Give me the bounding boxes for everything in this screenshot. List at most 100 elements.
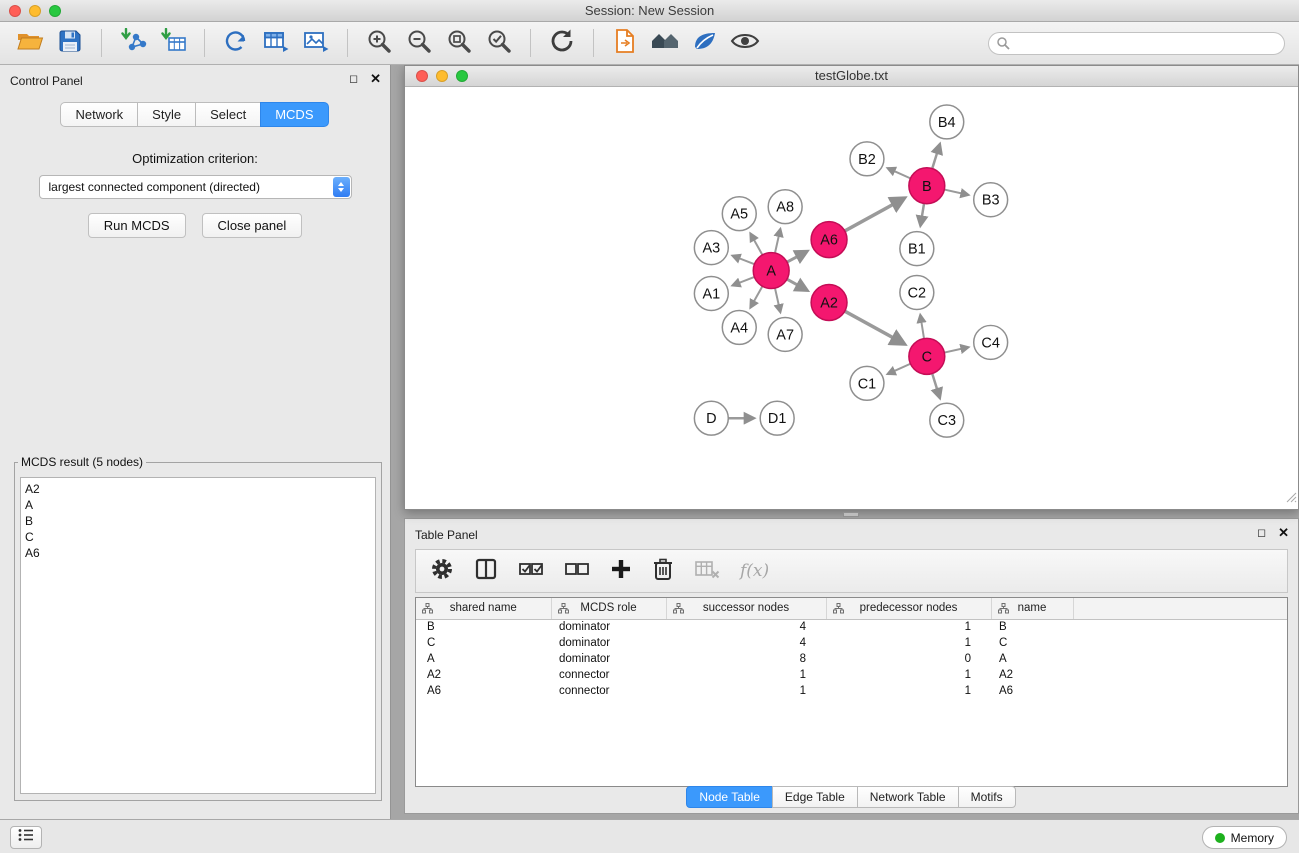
close-table-panel-icon[interactable]: ✕ bbox=[1278, 526, 1289, 540]
table-cell[interactable]: C bbox=[416, 635, 551, 651]
add-column-button[interactable] bbox=[610, 558, 632, 585]
node-C[interactable]: C bbox=[909, 338, 945, 374]
table-cell[interactable]: A6 bbox=[416, 683, 551, 699]
node-D[interactable]: D bbox=[694, 401, 728, 435]
node-B4[interactable]: B4 bbox=[930, 105, 964, 139]
close-window-button[interactable] bbox=[9, 5, 21, 17]
node-C2[interactable]: C2 bbox=[900, 276, 934, 310]
edge-C-C4[interactable] bbox=[944, 347, 967, 352]
deselect-all-button[interactable] bbox=[564, 559, 590, 584]
table-cell[interactable]: A2 bbox=[991, 667, 1073, 683]
edge-B-B4[interactable] bbox=[932, 145, 939, 168]
refresh-button[interactable] bbox=[546, 27, 578, 59]
node-C4[interactable]: C4 bbox=[974, 325, 1008, 359]
home-button[interactable] bbox=[649, 27, 681, 59]
node-A8[interactable]: A8 bbox=[768, 190, 802, 224]
tab-select[interactable]: Select bbox=[195, 102, 261, 127]
edge-A-A2[interactable] bbox=[787, 279, 806, 289]
zoom-out-button[interactable] bbox=[403, 27, 435, 59]
new-network-button[interactable] bbox=[220, 27, 252, 59]
export-image-button[interactable] bbox=[300, 27, 332, 59]
table-cell[interactable]: dominator bbox=[551, 651, 666, 667]
tab-style[interactable]: Style bbox=[137, 102, 196, 127]
table-row[interactable]: Bdominator41B bbox=[416, 619, 1287, 635]
node-A[interactable]: A bbox=[753, 253, 789, 289]
node-B2[interactable]: B2 bbox=[850, 142, 884, 176]
node-D1[interactable]: D1 bbox=[760, 401, 794, 435]
zoom-selected-button[interactable] bbox=[483, 27, 515, 59]
edge-C-C2[interactable] bbox=[920, 316, 924, 339]
run-mcds-button[interactable]: Run MCDS bbox=[88, 213, 186, 238]
open-document-button[interactable] bbox=[609, 27, 641, 59]
result-item[interactable]: A6 bbox=[25, 545, 371, 561]
column-header-shared-name[interactable]: shared name bbox=[416, 598, 551, 619]
node-A4[interactable]: A4 bbox=[722, 310, 756, 344]
table-cell[interactable]: 1 bbox=[826, 635, 991, 651]
node-A1[interactable]: A1 bbox=[694, 277, 728, 311]
delete-column-button[interactable] bbox=[652, 557, 674, 586]
float-table-panel-icon[interactable]: ◻ bbox=[1257, 526, 1266, 540]
memory-button[interactable]: Memory bbox=[1202, 826, 1287, 849]
save-session-button[interactable] bbox=[54, 27, 86, 59]
edge-A6-B[interactable] bbox=[845, 199, 903, 231]
table-cell[interactable]: 1 bbox=[666, 683, 826, 699]
close-panel-icon[interactable]: ✕ bbox=[370, 72, 381, 86]
table-cell[interactable]: 1 bbox=[826, 667, 991, 683]
tab-edge-table[interactable]: Edge Table bbox=[772, 786, 858, 808]
node-A6[interactable]: A6 bbox=[811, 222, 847, 258]
table-cell[interactable]: A6 bbox=[991, 683, 1073, 699]
zoom-window-button[interactable] bbox=[49, 5, 61, 17]
table-row[interactable]: Adominator80A bbox=[416, 651, 1287, 667]
result-item[interactable]: C bbox=[25, 529, 371, 545]
node-B[interactable]: B bbox=[909, 168, 945, 204]
node-C1[interactable]: C1 bbox=[850, 366, 884, 400]
task-history-button[interactable] bbox=[10, 826, 42, 849]
zoom-fit-button[interactable] bbox=[443, 27, 475, 59]
edge-A-A8[interactable] bbox=[775, 230, 780, 253]
table-cell[interactable]: 1 bbox=[666, 667, 826, 683]
table-cell[interactable]: 1 bbox=[826, 619, 991, 635]
open-session-button[interactable] bbox=[14, 27, 46, 59]
table-row[interactable]: A2connector11A2 bbox=[416, 667, 1287, 683]
network-canvas[interactable]: B4B2BB3A5A8A6A3B1AA1C2A2A4A7CC4C1C3DD1 bbox=[405, 88, 1298, 509]
close-view-button[interactable] bbox=[416, 70, 428, 82]
minimize-view-button[interactable] bbox=[436, 70, 448, 82]
import-network-file-button[interactable] bbox=[117, 27, 149, 59]
minimize-window-button[interactable] bbox=[29, 5, 41, 17]
node-B1[interactable]: B1 bbox=[900, 232, 934, 266]
edge-A-A4[interactable] bbox=[751, 286, 763, 307]
table-cell[interactable]: A bbox=[991, 651, 1073, 667]
show-hide-button[interactable] bbox=[729, 27, 761, 59]
table-cell[interactable]: 0 bbox=[826, 651, 991, 667]
node-A5[interactable]: A5 bbox=[722, 197, 756, 231]
table-cell[interactable]: connector bbox=[551, 683, 666, 699]
edge-A-A3[interactable] bbox=[733, 256, 754, 264]
edge-A-A5[interactable] bbox=[751, 234, 763, 255]
table-cell[interactable]: B bbox=[416, 619, 551, 635]
panel-divider-grip[interactable] bbox=[843, 512, 859, 517]
table-cell[interactable]: connector bbox=[551, 667, 666, 683]
zoom-in-button[interactable] bbox=[363, 27, 395, 59]
edge-A-A7[interactable] bbox=[775, 288, 780, 311]
result-item[interactable]: B bbox=[25, 513, 371, 529]
new-table-button[interactable] bbox=[260, 27, 292, 59]
tab-network[interactable]: Network bbox=[60, 102, 138, 127]
edge-A-A6[interactable] bbox=[787, 252, 806, 262]
table-cell[interactable]: B bbox=[991, 619, 1073, 635]
network-window-titlebar[interactable]: testGlobe.txt bbox=[405, 66, 1298, 87]
edge-A-A1[interactable] bbox=[733, 277, 754, 285]
table-row[interactable]: A6connector11A6 bbox=[416, 683, 1287, 699]
tab-network-table[interactable]: Network Table bbox=[857, 786, 959, 808]
edge-B-B2[interactable] bbox=[888, 169, 910, 179]
result-item[interactable]: A bbox=[25, 497, 371, 513]
node-A2[interactable]: A2 bbox=[811, 285, 847, 321]
table-settings-button[interactable] bbox=[430, 557, 454, 586]
edge-C-C3[interactable] bbox=[932, 374, 939, 397]
table-cell[interactable]: 8 bbox=[666, 651, 826, 667]
network-graph[interactable]: B4B2BB3A5A8A6A3B1AA1C2A2A4A7CC4C1C3DD1 bbox=[405, 88, 1298, 509]
column-header-successor-nodes[interactable]: successor nodes bbox=[666, 598, 826, 619]
table-cell[interactable]: C bbox=[991, 635, 1073, 651]
function-builder-button[interactable]: f(x) bbox=[740, 561, 769, 581]
table-cell[interactable]: 4 bbox=[666, 635, 826, 651]
column-header-predecessor-nodes[interactable]: predecessor nodes bbox=[826, 598, 991, 619]
